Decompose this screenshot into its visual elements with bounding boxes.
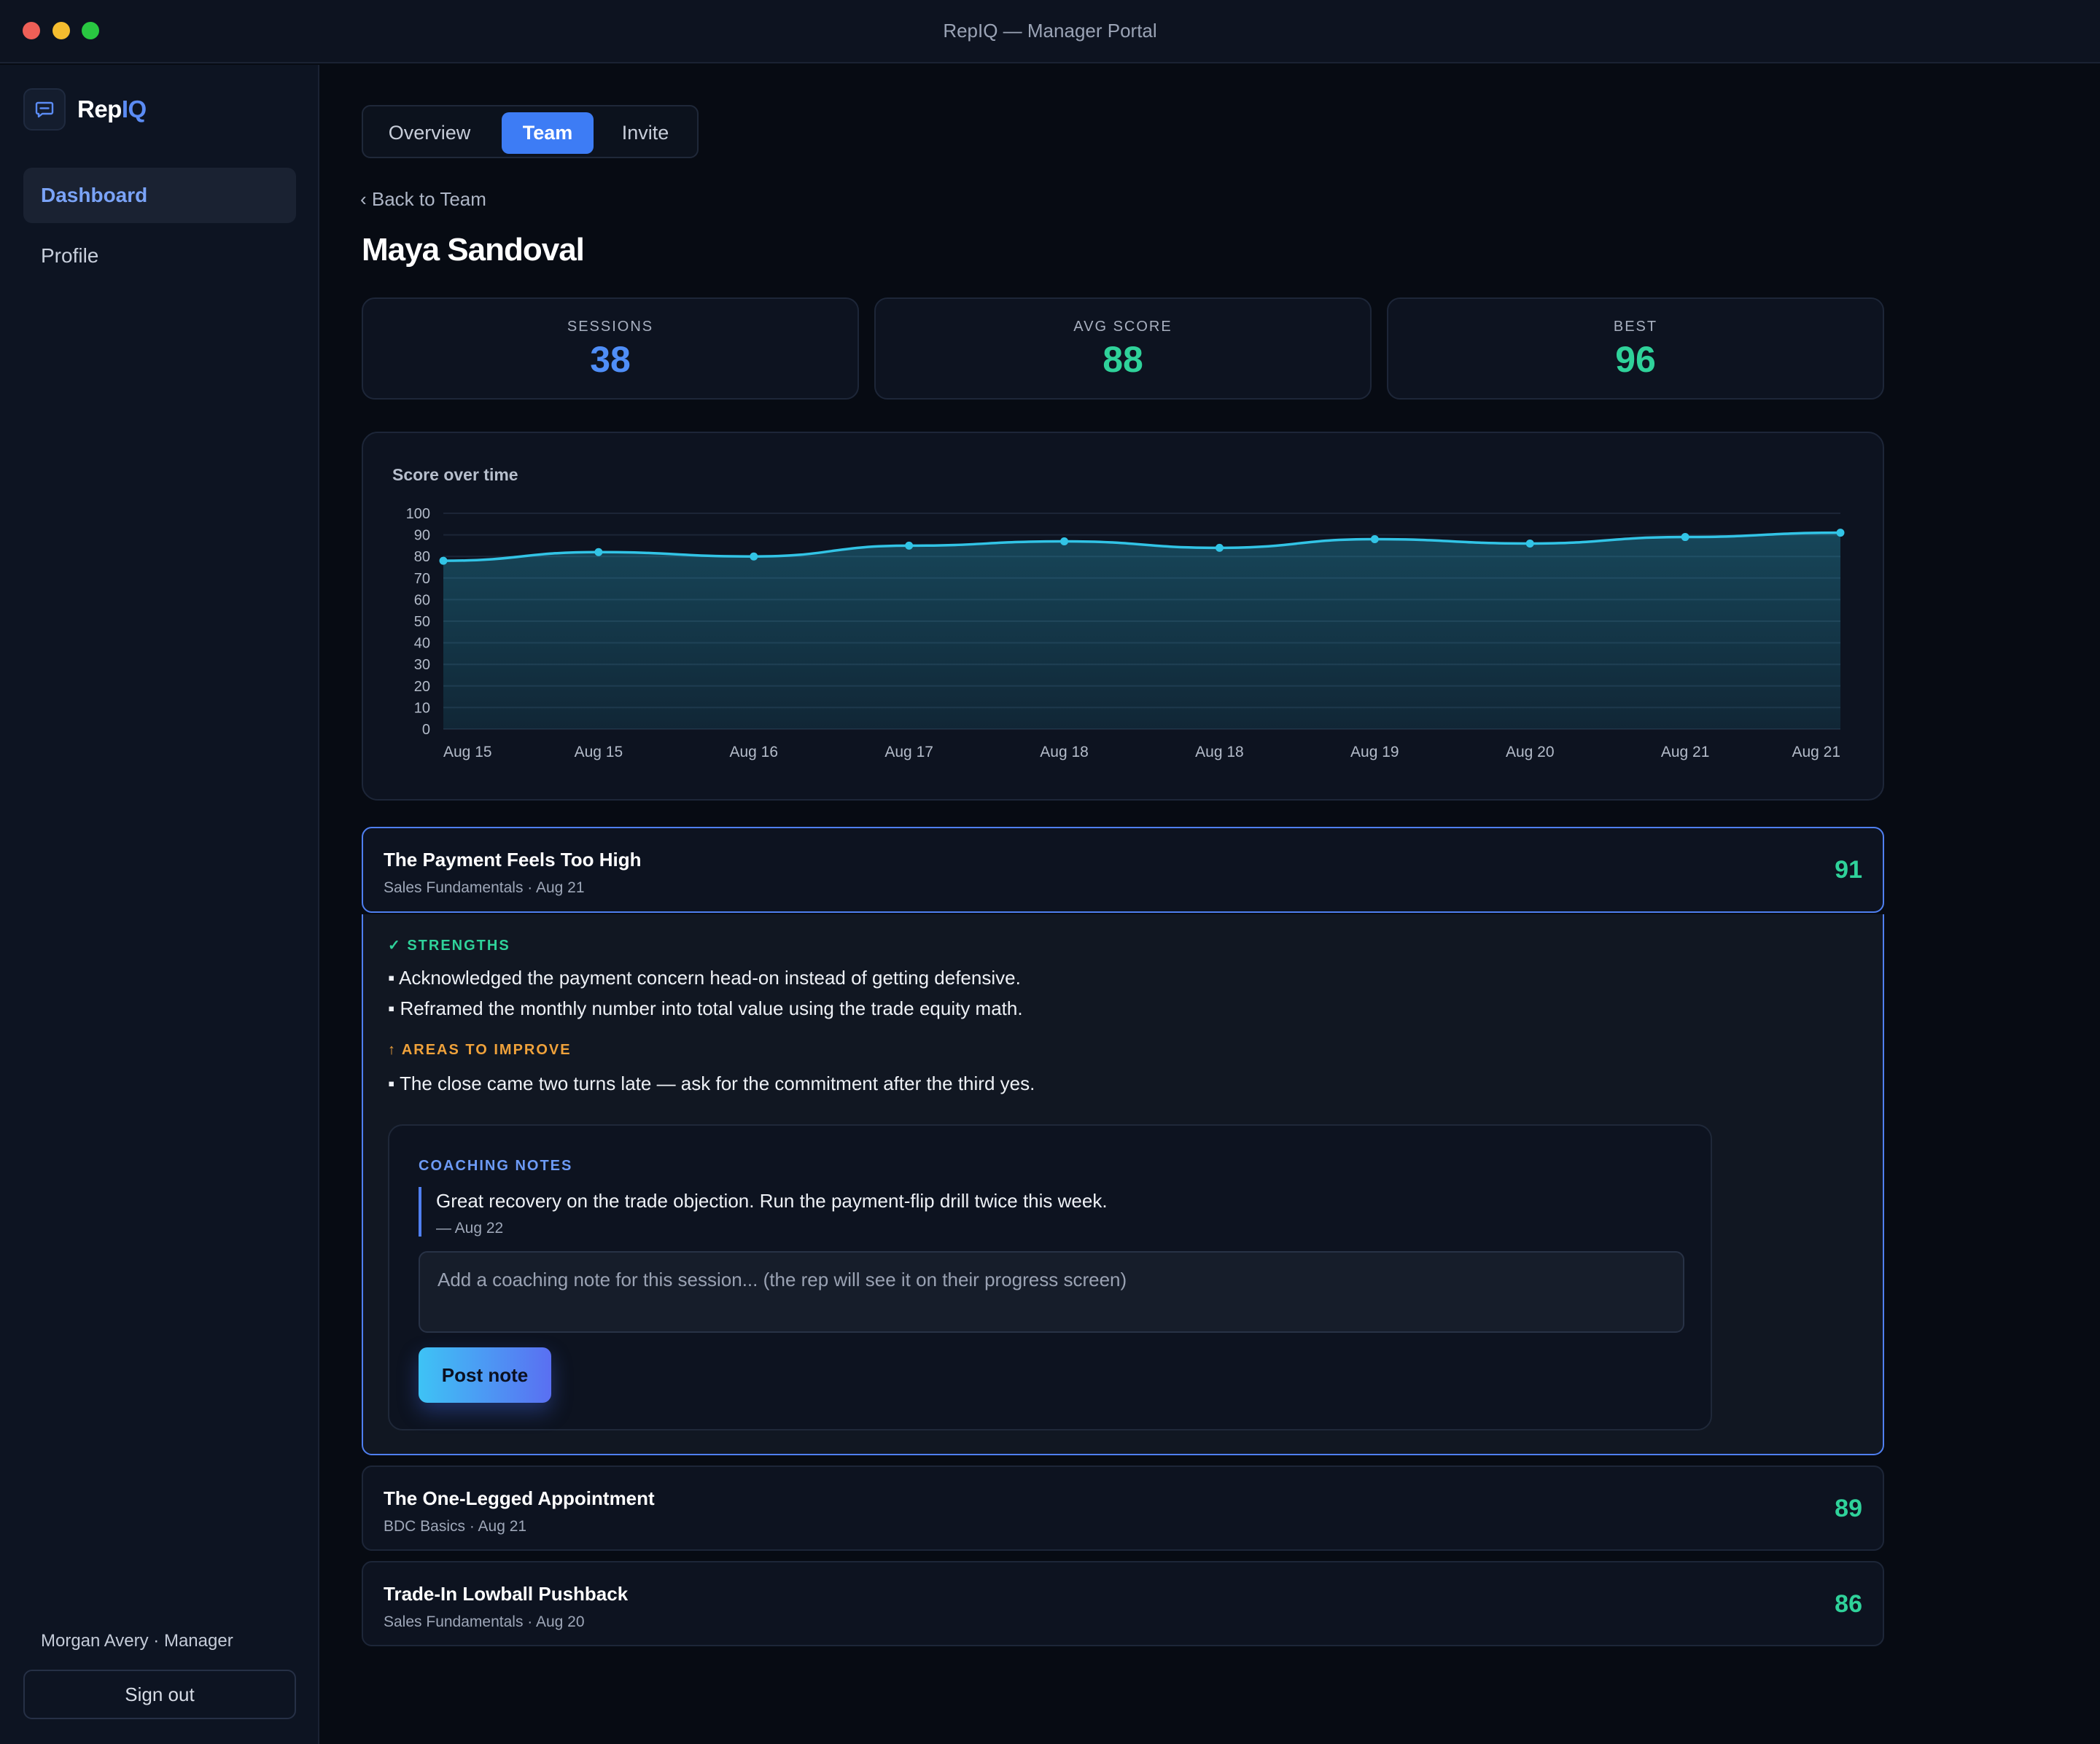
session-meta: Sales Fundamentals · Aug 21 (384, 879, 585, 896)
back-to-team-link[interactable]: ‹ Back to Team (360, 188, 486, 211)
stat-card-avg-score: AVG SCORE 88 (874, 297, 1372, 400)
tab-bar: Overview Team Invite (362, 105, 699, 158)
stat-value: 96 (1615, 339, 1656, 380)
session-score: 86 (1835, 1590, 1862, 1618)
score-chart-card: Score over time 100 90 80 70 60 50 40 30 20 10 0 Au… (362, 432, 1884, 801)
x-tick-label: Aug 19 (1350, 744, 1399, 760)
x-tick-label: Aug 15 (443, 744, 492, 760)
brand-name: RepIQ (77, 96, 147, 123)
y-tick-label: 0 (422, 722, 430, 738)
tab-overview[interactable]: Overview (373, 112, 486, 154)
session-title: The One-Legged Appointment (384, 1487, 655, 1509)
session-score: 89 (1835, 1495, 1862, 1522)
brand[interactable]: RepIQ (23, 87, 147, 132)
x-tick-label: Aug 15 (575, 744, 623, 760)
data-point (594, 548, 603, 556)
current-user-label: Morgan Avery · Manager (41, 1631, 233, 1651)
session-meta: Sales Fundamentals · Aug 20 (384, 1613, 585, 1630)
y-tick-label: 70 (414, 571, 430, 587)
improve-heading: ↑ AREAS TO IMPROVE (388, 1042, 572, 1058)
coaching-note-date: — Aug 22 (436, 1220, 504, 1237)
data-point (905, 541, 914, 550)
brand-name-accent: IQ (121, 96, 147, 122)
x-tick-label: Aug 21 (1792, 744, 1840, 760)
sign-out-button[interactable]: Sign out (23, 1670, 296, 1719)
tab-invite[interactable]: Invite (604, 112, 687, 154)
sidebar: RepIQ Dashboard Profile Morgan Avery · M… (0, 65, 319, 1744)
x-tick-label: Aug 18 (1040, 744, 1089, 760)
page-title: Maya Sandoval (362, 232, 585, 268)
coaching-note-text: Great recovery on the trade objection. R… (436, 1190, 1108, 1212)
stat-label: AVG SCORE (1073, 319, 1172, 335)
stat-label: SESSIONS (567, 319, 654, 335)
coaching-notes-card: COACHING NOTES Great recovery on the tra… (388, 1124, 1712, 1430)
tab-team[interactable]: Team (502, 112, 594, 154)
coaching-note: Great recovery on the trade objection. R… (419, 1187, 1658, 1237)
stat-value: 88 (1102, 339, 1143, 380)
title-bar: RepIQ — Manager Portal (0, 0, 2100, 63)
chat-bubble-icon (23, 88, 66, 131)
data-point (439, 556, 448, 565)
coaching-notes-heading: COACHING NOTES (419, 1158, 573, 1174)
improve-item: ▪ The close came two turns late — ask fo… (388, 1073, 1035, 1094)
session-row[interactable]: The One-Legged Appointment BDC Basics · … (362, 1465, 1884, 1551)
score-chart: 1009080706050403020100Aug 15 Aug 15 Aug 16… (406, 506, 1845, 760)
y-tick-label: 80 (414, 549, 430, 565)
session-score: 91 (1835, 856, 1862, 884)
data-point (1215, 543, 1224, 552)
y-tick-label: 60 (414, 592, 430, 608)
data-point (1681, 533, 1689, 542)
session-title: The Payment Feels Too High (384, 849, 642, 871)
x-tick-label: Aug 18 (1195, 744, 1244, 760)
session-title: Trade-In Lowball Pushback (384, 1583, 629, 1605)
post-note-button[interactable]: Post note (419, 1347, 551, 1403)
y-tick-label: 100 (406, 506, 430, 522)
y-tick-label: 50 (414, 614, 430, 630)
session-meta: BDC Basics · Aug 21 (384, 1518, 527, 1535)
stat-label: BEST (1613, 319, 1658, 335)
data-point (750, 552, 758, 561)
x-tick-label: Aug 17 (884, 744, 933, 760)
y-tick-label: 20 (414, 679, 430, 695)
window-title: RepIQ — Manager Portal (943, 20, 1157, 42)
y-tick-label: 30 (414, 657, 430, 673)
x-tick-label: Aug 16 (729, 744, 778, 760)
strengths-heading: ✓ STRENGTHS (388, 938, 510, 954)
x-tick-label: Aug 20 (1506, 744, 1555, 760)
stat-value: 38 (590, 339, 631, 380)
x-tick-label: Aug 21 (1661, 744, 1710, 760)
data-point (1525, 539, 1534, 548)
y-tick-label: 40 (414, 636, 430, 652)
stat-card-best: BEST 96 (1387, 297, 1884, 400)
data-point (1836, 529, 1845, 537)
y-tick-label: 90 (414, 528, 430, 544)
data-point (1370, 535, 1379, 544)
coaching-note-input[interactable] (419, 1251, 1684, 1333)
app-window: RepIQ — Manager Portal RepIQ Dashboard P… (0, 0, 2100, 1744)
brand-name-main: Rep (77, 96, 122, 122)
strength-item: ▪ Reframed the monthly number into total… (388, 997, 1023, 1019)
session-detail-panel: ✓ STRENGTHS ▪ Acknowledged the payment c… (362, 914, 1884, 1455)
series-area (443, 532, 1840, 729)
sidebar-item-profile[interactable]: Profile (23, 228, 296, 284)
session-row[interactable]: Trade-In Lowball Pushback Sales Fundamen… (362, 1561, 1884, 1646)
session-row[interactable]: The Payment Feels Too High Sales Fundame… (362, 827, 1884, 913)
strength-item: ▪ Acknowledged the payment concern head-… (388, 967, 1021, 989)
y-tick-label: 10 (414, 700, 430, 716)
stat-card-sessions: SESSIONS 38 (362, 297, 859, 400)
data-point (1060, 537, 1069, 545)
sidebar-item-dashboard[interactable]: Dashboard (23, 168, 296, 223)
